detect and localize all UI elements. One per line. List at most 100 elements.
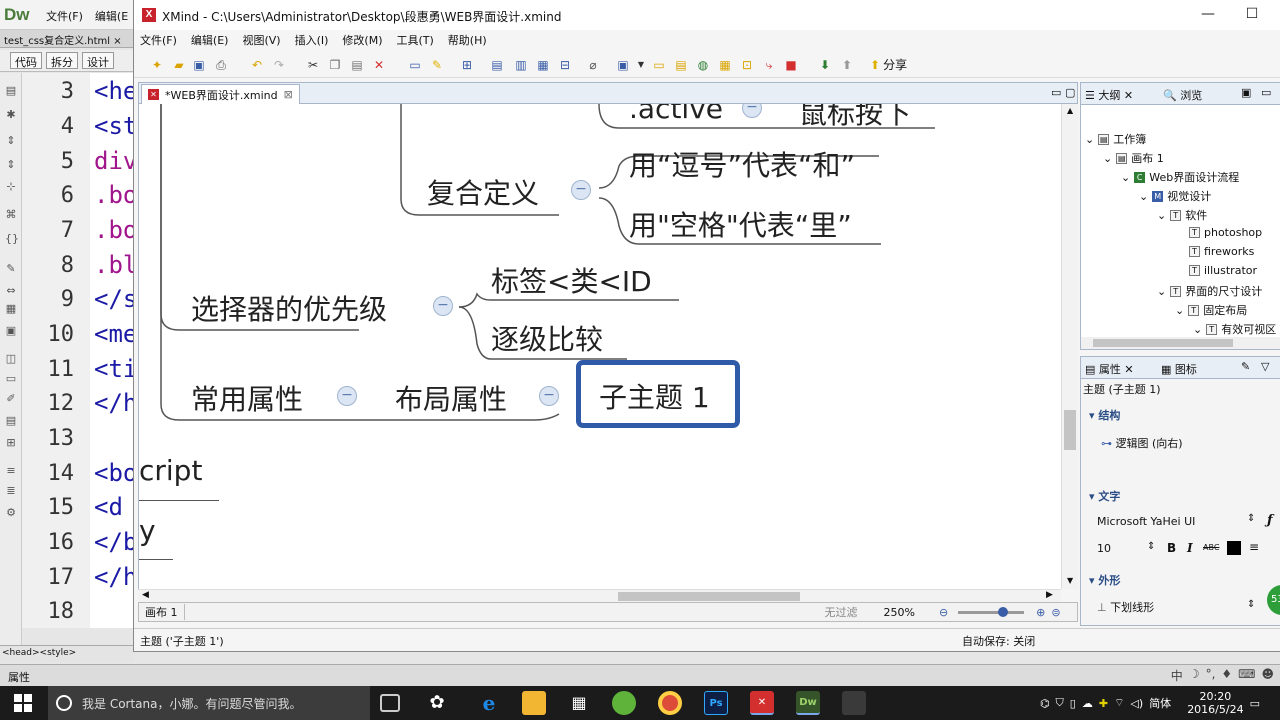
font-size-spinner-icon[interactable]: ⇕	[1147, 541, 1155, 552]
dw-design-view-button[interactable]: 设计	[82, 52, 114, 69]
tray-network-icon[interactable]: ⌔	[1114, 696, 1124, 710]
zoom-out-icon[interactable]: ⊖	[939, 606, 948, 619]
font-family-select[interactable]: Microsoft YaHei UI	[1097, 515, 1195, 528]
attachment-icon[interactable]: ⌀	[586, 58, 600, 72]
open-icon[interactable]: ▰	[172, 58, 186, 72]
dw-collapse-selection-icon[interactable]: ⇕	[5, 135, 17, 147]
menu-tools[interactable]: 工具(T)	[396, 30, 440, 50]
dw-properties-label[interactable]: 属性	[8, 671, 30, 684]
print-icon[interactable]: ⎙	[214, 58, 228, 72]
shape-spinner-icon[interactable]: ⇕	[1247, 599, 1255, 610]
floating-topic-icon[interactable]: ⊟	[558, 58, 572, 72]
dw-menu-file[interactable]: 文件(F)	[46, 8, 83, 24]
minimize-button[interactable]: —	[1200, 6, 1216, 22]
summary-icon[interactable]: ■	[784, 58, 798, 72]
save-icon[interactable]: ▣	[192, 58, 206, 72]
align-icon[interactable]: ≡	[1249, 540, 1259, 554]
insert-topic-icon[interactable]: ▤	[490, 58, 504, 72]
menu-edit[interactable]: 编辑(E)	[191, 30, 236, 50]
italic-button[interactable]: I	[1187, 541, 1193, 555]
outline-item-root[interactable]: ⌄ C Web界面设计流程	[1121, 169, 1239, 185]
dreamweaver-taskbar-icon[interactable]: Dw	[796, 691, 820, 715]
outline-item-fireworks[interactable]: Tfireworks	[1189, 245, 1254, 258]
outline-minimize-icon[interactable]: ▭	[1261, 86, 1271, 99]
ime-button[interactable]: 中	[1171, 667, 1183, 684]
collapse-icon[interactable]: −	[337, 386, 357, 406]
outline-item-size-design[interactable]: ⌄ T 界面的尺寸设计	[1157, 283, 1262, 299]
canvas-vertical-scrollbar[interactable]: ▲ ▼	[1061, 104, 1078, 589]
section-text[interactable]: ▾ 文字	[1089, 488, 1120, 504]
label-icon[interactable]: ▭	[652, 58, 666, 72]
relationship-icon[interactable]: ⤷	[762, 58, 776, 72]
marker-icon[interactable]: ▦	[718, 58, 732, 72]
zoom-slider[interactable]	[958, 606, 1025, 617]
green-app-icon[interactable]	[612, 691, 636, 715]
collapse-icon[interactable]: −	[571, 180, 591, 200]
topic-active[interactable]: .active	[629, 104, 723, 125]
canvas-horizontal-scrollbar[interactable]: ◀ ▶	[138, 589, 1061, 602]
tab-browse[interactable]: 🔍 浏览	[1163, 87, 1202, 103]
mindmap-canvas[interactable]: .active − 鼠标按下 复合定义 − 用“逗号”代表“和” 用"空格"代表…	[138, 104, 1061, 589]
section-shape[interactable]: ▾ 外形	[1089, 572, 1120, 588]
hyperlink-icon[interactable]: ◍	[696, 58, 710, 72]
dw-expand-icon[interactable]: ⇕	[5, 159, 17, 171]
topic-selector-priority[interactable]: 选择器的优先级	[191, 288, 387, 328]
menu-help[interactable]: 帮助(H)	[448, 30, 494, 50]
xmind-taskbar-icon[interactable]: ✕	[750, 691, 774, 715]
drill-up-icon[interactable]: ⬆	[840, 58, 854, 72]
task-view-icon[interactable]	[380, 694, 400, 712]
scroll-down-icon[interactable]: ▼	[1067, 576, 1073, 585]
horizontal-scroll-thumb[interactable]	[618, 592, 800, 601]
menu-insert[interactable]: 插入(I)	[295, 30, 336, 50]
font-family-spinner-icon[interactable]: ⇕	[1247, 513, 1255, 524]
dw-document-tab[interactable]: test_css复合定义.html ×	[0, 30, 134, 48]
maximize-editor-icon[interactable]: ▢	[1065, 86, 1075, 99]
structure-select[interactable]: ⊶ 逻辑图 (向右)	[1101, 435, 1183, 451]
filter-label[interactable]: 无过滤	[825, 604, 858, 620]
dw-outdent-icon[interactable]: ≡	[5, 465, 17, 477]
ime-moon-icon[interactable]: ☽	[1189, 667, 1200, 684]
outline-horizontal-scrollbar[interactable]	[1081, 337, 1280, 349]
vertical-scroll-thumb[interactable]	[1064, 410, 1076, 450]
file-explorer-icon[interactable]	[522, 691, 546, 715]
tray-battery-icon[interactable]: ▯	[1070, 697, 1076, 710]
menu-modify[interactable]: 修改(M)	[342, 30, 389, 50]
dw-code-editor[interactable]: <he <st div .bo .bo .bl </s <me <ti </h …	[90, 73, 134, 628]
dw-tag-selector[interactable]: <head><style>	[0, 645, 134, 662]
dw-wrap-tag-icon[interactable]: ▭	[5, 373, 17, 385]
font-dialog-icon[interactable]: ƒ	[1267, 513, 1273, 528]
topic-layout-properties[interactable]: 布局属性	[395, 378, 507, 418]
undo-icon[interactable]: ↶	[250, 58, 264, 72]
dw-gear-icon[interactable]: ⚙	[5, 507, 17, 519]
menu-file[interactable]: 文件(F)	[140, 30, 184, 50]
dark-app-icon[interactable]	[842, 691, 866, 715]
editor-tab[interactable]: ✕ *WEB界面设计.xmind ⊠	[141, 84, 300, 104]
tray-volume-icon[interactable]: ◁)	[1130, 697, 1143, 710]
ime-skin-icon[interactable]: ♦	[1221, 667, 1232, 684]
topic-script-fragment[interactable]: cript	[139, 454, 202, 487]
outline-item-illustrator[interactable]: Tillustrator	[1189, 264, 1257, 277]
topic-tag-class-id[interactable]: 标签<类<ID	[491, 260, 652, 300]
properties-pin-icon[interactable]: ✎	[1241, 360, 1250, 373]
topic-subtopic-1[interactable]: 子主题 1	[599, 376, 710, 416]
font-size-select[interactable]: 10	[1097, 542, 1111, 555]
maximize-button[interactable]: ☐	[1244, 6, 1260, 22]
topic-compound-definition[interactable]: 复合定义	[427, 172, 539, 212]
photoshop-icon[interactable]: Ps	[704, 691, 728, 715]
outline-item-fixed-layout[interactable]: ⌄ T 固定布局	[1175, 302, 1247, 318]
fit-icon[interactable]: ⊜	[1051, 606, 1060, 619]
dw-indent-icon[interactable]: ⊞	[5, 437, 17, 449]
insert-parent-icon[interactable]: ▦	[536, 58, 550, 72]
outline-item-visual[interactable]: ⌄ M 视觉设计	[1139, 188, 1211, 204]
new-icon[interactable]: ✦	[150, 58, 164, 72]
dw-recent-snippets-icon[interactable]: ✐	[5, 393, 17, 405]
collapse-icon[interactable]: −	[539, 386, 559, 406]
sheet-tab[interactable]: 画布 1	[139, 604, 185, 620]
paste-icon[interactable]: ▤	[350, 58, 364, 72]
idea-icon[interactable]: ✎	[430, 58, 444, 72]
export-icon[interactable]: ⊞	[460, 58, 474, 72]
shape-select[interactable]: ⊥ 下划线形	[1097, 599, 1154, 615]
menu-view[interactable]: 视图(V)	[242, 30, 287, 50]
image-dropdown-icon[interactable]: ▼	[634, 58, 648, 72]
section-structure[interactable]: ▾ 结构	[1089, 407, 1120, 423]
